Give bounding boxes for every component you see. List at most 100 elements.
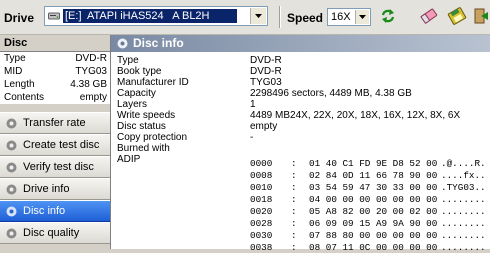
- info-key: Manufacturer ID: [117, 77, 189, 88]
- hex-text: ........: [441, 194, 486, 205]
- hex-bytes: 03 54 59 47 30 33 00 00: [309, 182, 438, 193]
- hex-row: 0010: 03 54 59 47 30 33 00 00 .TYG03..: [111, 182, 490, 193]
- hex-bytes: 06 09 09 15 A9 9A 90 00: [309, 218, 438, 229]
- info-value: 1: [250, 99, 256, 110]
- hex-bytes: 01 40 C1 FD 9E D8 52 00: [309, 158, 438, 169]
- disc-summary-header: Disc: [0, 35, 110, 52]
- hex-text: ....fx..: [441, 170, 486, 181]
- chevron-down-icon[interactable]: [355, 10, 369, 24]
- disc-info-panel: Disc info Type DVD-R Book type DVD-R Manuf…: [111, 35, 490, 253]
- info-key: Layers: [117, 99, 148, 110]
- sidebar-item-label: Create test disc: [23, 139, 100, 151]
- hex-text: ........: [441, 242, 486, 253]
- sidebar-item-verify-test-disc[interactable]: Verify test disc: [0, 156, 110, 178]
- info-value: DVD-R: [250, 55, 282, 66]
- info-row: Disc status empty: [111, 121, 490, 132]
- speed-select[interactable]: 16X: [327, 8, 371, 26]
- disc-summary-key: Contents: [4, 92, 45, 103]
- hex-row: 0030: 07 88 80 00 00 00 00 00........: [111, 230, 490, 241]
- disc-summary-row: Type DVD-R: [0, 52, 110, 65]
- hex-bytes: 08 07 11 0C 00 00 00 00: [309, 242, 438, 253]
- info-key: Book type: [117, 66, 162, 77]
- disc-summary-value: TYG03: [75, 66, 107, 77]
- hex-colon: :: [291, 170, 297, 181]
- info-value: DVD-R: [250, 66, 282, 77]
- info-row: Capacity 2298496 sectors, 4489 MB, 4.38 G…: [111, 88, 490, 99]
- sidebar-item-create-test-disc[interactable]: Create test disc: [0, 134, 110, 156]
- hex-address: 0008: [250, 170, 273, 181]
- info-value: 2298496 sectors, 4489 MB, 4.38 GB: [250, 88, 412, 99]
- hex-address: 0018: [250, 194, 273, 205]
- disc-summary-key: Type: [4, 53, 26, 64]
- erase-button[interactable]: [418, 6, 440, 28]
- hex-bytes: 05 A8 82 00 20 00 02 00: [309, 206, 438, 217]
- sidebar-item-label: Drive info: [23, 183, 70, 195]
- disc-summary-key: Length: [4, 79, 35, 90]
- sidebar-item-transfer-rate[interactable]: Transfer rate: [0, 112, 110, 134]
- gear-icon: [4, 116, 18, 130]
- hex-row: 0028: 06 09 09 15 A9 9A 90 00........: [111, 218, 490, 229]
- save-icon: [447, 6, 467, 28]
- sidebar-item-label: Transfer rate: [23, 117, 86, 129]
- hex-bytes: 02 84 0D 11 66 78 90 00: [309, 170, 438, 181]
- panel-title: Disc info: [111, 35, 490, 52]
- hex-row: 0018: 04 00 00 00 00 00 00 00........: [111, 194, 490, 205]
- gear-icon: [4, 182, 18, 196]
- hex-row: 0008: 02 84 0D 11 66 78 90 00 ....fx..: [111, 170, 490, 181]
- hex-row: 0038: 08 07 11 0C 00 00 00 00........: [111, 242, 490, 253]
- toolbar-separator: [279, 6, 280, 28]
- info-row: Book type DVD-R: [111, 66, 490, 77]
- disc-summary-value: 4.38 GB: [70, 79, 107, 90]
- speed-label: Speed: [287, 11, 324, 25]
- sidebar-item-disc-quality[interactable]: Disc quality: [0, 222, 110, 244]
- hex-address: 0028: [250, 218, 273, 229]
- hex-address: 0038: [250, 242, 273, 253]
- info-row: Manufacturer ID TYG03: [111, 77, 490, 88]
- hex-row: 0020: 05 A8 82 00 20 00 02 00........: [111, 206, 490, 217]
- exit-button[interactable]: [470, 6, 490, 28]
- info-row: Copy protection -: [111, 132, 490, 143]
- hex-colon: :: [291, 218, 297, 229]
- disc-summary-value: DVD-R: [75, 53, 107, 64]
- sidebar-item-disc-info[interactable]: Disc info: [0, 200, 110, 222]
- sidebar-item-label: Disc quality: [23, 227, 80, 239]
- hex-colon: :: [291, 230, 297, 241]
- hex-text: .@....R.: [441, 158, 486, 169]
- info-key: Disc status: [117, 121, 166, 132]
- hex-address: 0010: [250, 182, 273, 193]
- hex-address: 0000: [250, 158, 273, 169]
- info-row: Burned with: [111, 143, 490, 154]
- hex-row: 0000: 01 40 C1 FD 9E D8 52 00 .@....R.: [111, 158, 490, 169]
- hex-bytes: 04 00 00 00 00 00 00 00: [309, 194, 438, 205]
- exit-icon: [473, 7, 489, 28]
- save-button[interactable]: [446, 6, 468, 28]
- disc-drive-icon: [48, 10, 60, 22]
- refresh-button[interactable]: [377, 6, 399, 28]
- hex-text: ........: [441, 218, 486, 229]
- drive-select[interactable]: [E:] ATAPI iHAS524 A BL2H: [44, 6, 268, 26]
- info-key: Capacity: [117, 88, 156, 99]
- panel-title-text: Disc info: [133, 36, 184, 50]
- hex-colon: :: [291, 194, 297, 205]
- disc-summary-row: Length 4.38 GB: [0, 78, 110, 91]
- sidebar: Disc Type DVD-R MID TYG03 Length 4.38 GB…: [0, 35, 111, 249]
- info-key: Burned with: [117, 143, 170, 154]
- disc-summary-key: MID: [4, 66, 23, 77]
- gear-icon: [4, 204, 18, 218]
- drive-label: Drive: [4, 11, 35, 25]
- disc-summary-value: empty: [79, 92, 107, 103]
- sidebar-item-drive-info[interactable]: Drive info: [0, 178, 110, 200]
- hex-address: 0020: [250, 206, 273, 217]
- hex-colon: :: [291, 158, 297, 169]
- info-row: Layers 1: [111, 99, 490, 110]
- hex-text: ........: [441, 206, 486, 217]
- gear-icon: [4, 138, 18, 152]
- info-value: empty: [250, 121, 278, 132]
- disc-summary-row: MID TYG03: [0, 65, 110, 78]
- chevron-down-icon[interactable]: [250, 8, 266, 24]
- info-row: Type DVD-R: [111, 55, 490, 66]
- hex-bytes: 07 88 80 00 00 00 00 00: [309, 230, 438, 241]
- info-key: Write speeds: [117, 110, 176, 121]
- hex-colon: :: [291, 206, 297, 217]
- toolbar: Drive [E:] ATAPI iHAS524 A BL2H Speed 16…: [0, 0, 490, 35]
